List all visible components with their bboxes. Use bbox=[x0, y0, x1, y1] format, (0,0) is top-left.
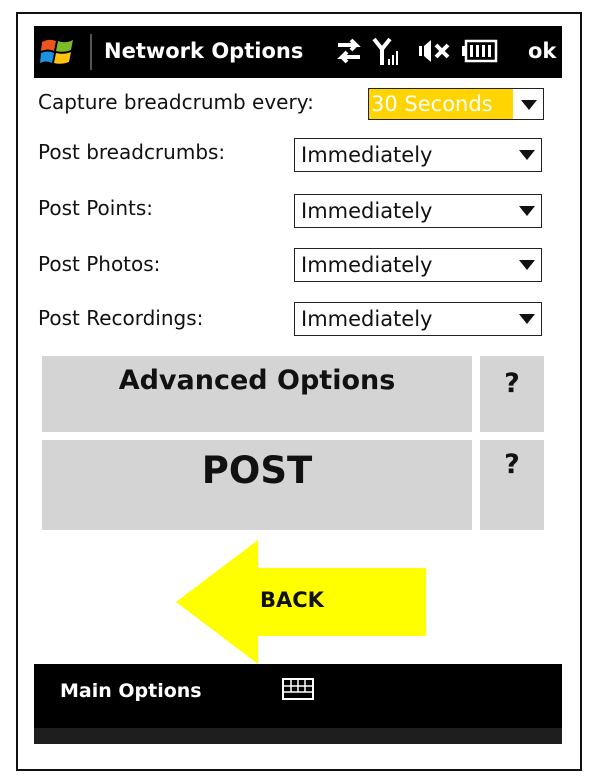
signal-strength-icon bbox=[372, 37, 398, 65]
device-screen: Network Options ok Capture breadcrumb ev… bbox=[34, 26, 562, 744]
ok-button[interactable]: ok bbox=[528, 36, 556, 66]
post-points-value: Immediately bbox=[301, 199, 433, 223]
main-options-softkey[interactable]: Main Options bbox=[60, 680, 202, 702]
post-points-label: Post Points: bbox=[38, 196, 154, 220]
post-recordings-select[interactable]: Immediately bbox=[294, 302, 542, 336]
post-breadcrumbs-value: Immediately bbox=[301, 143, 433, 167]
keyboard-icon[interactable] bbox=[282, 678, 314, 700]
advanced-options-button[interactable]: Advanced Options bbox=[42, 356, 472, 432]
battery-icon bbox=[462, 39, 498, 63]
title-bar: Network Options ok bbox=[34, 26, 562, 78]
post-recordings-value: Immediately bbox=[301, 307, 433, 331]
post-photos-select[interactable]: Immediately bbox=[294, 248, 542, 282]
post-photos-value: Immediately bbox=[301, 253, 433, 277]
capture-interval-value: 30 Seconds bbox=[369, 89, 513, 119]
post-button[interactable]: POST bbox=[42, 440, 472, 530]
chevron-down-icon bbox=[519, 206, 535, 216]
capture-interval-select[interactable]: 30 Seconds bbox=[368, 88, 544, 120]
chevron-down-icon bbox=[519, 314, 535, 324]
chevron-down-icon bbox=[521, 100, 537, 110]
post-points-select[interactable]: Immediately bbox=[294, 194, 542, 228]
window-title: Network Options bbox=[104, 39, 304, 63]
post-help-button[interactable]: ? bbox=[480, 440, 544, 530]
bottom-strip bbox=[34, 728, 562, 744]
bottom-menu-bar: Main Options bbox=[34, 664, 562, 744]
volume-muted-icon bbox=[419, 40, 450, 62]
windows-start-icon[interactable] bbox=[40, 36, 74, 68]
connectivity-arrows-icon bbox=[337, 38, 361, 64]
post-photos-label: Post Photos: bbox=[38, 252, 161, 276]
back-button-label[interactable]: BACK bbox=[260, 588, 324, 612]
post-breadcrumbs-label: Post breadcrumbs: bbox=[38, 140, 226, 164]
chevron-down-icon bbox=[519, 150, 535, 160]
capture-breadcrumb-label: Capture breadcrumb every: bbox=[38, 90, 314, 114]
title-separator bbox=[90, 34, 92, 70]
chevron-down-icon bbox=[519, 260, 535, 270]
post-breadcrumbs-select[interactable]: Immediately bbox=[294, 138, 542, 172]
post-recordings-label: Post Recordings: bbox=[38, 306, 204, 330]
advanced-options-help-button[interactable]: ? bbox=[480, 356, 544, 432]
